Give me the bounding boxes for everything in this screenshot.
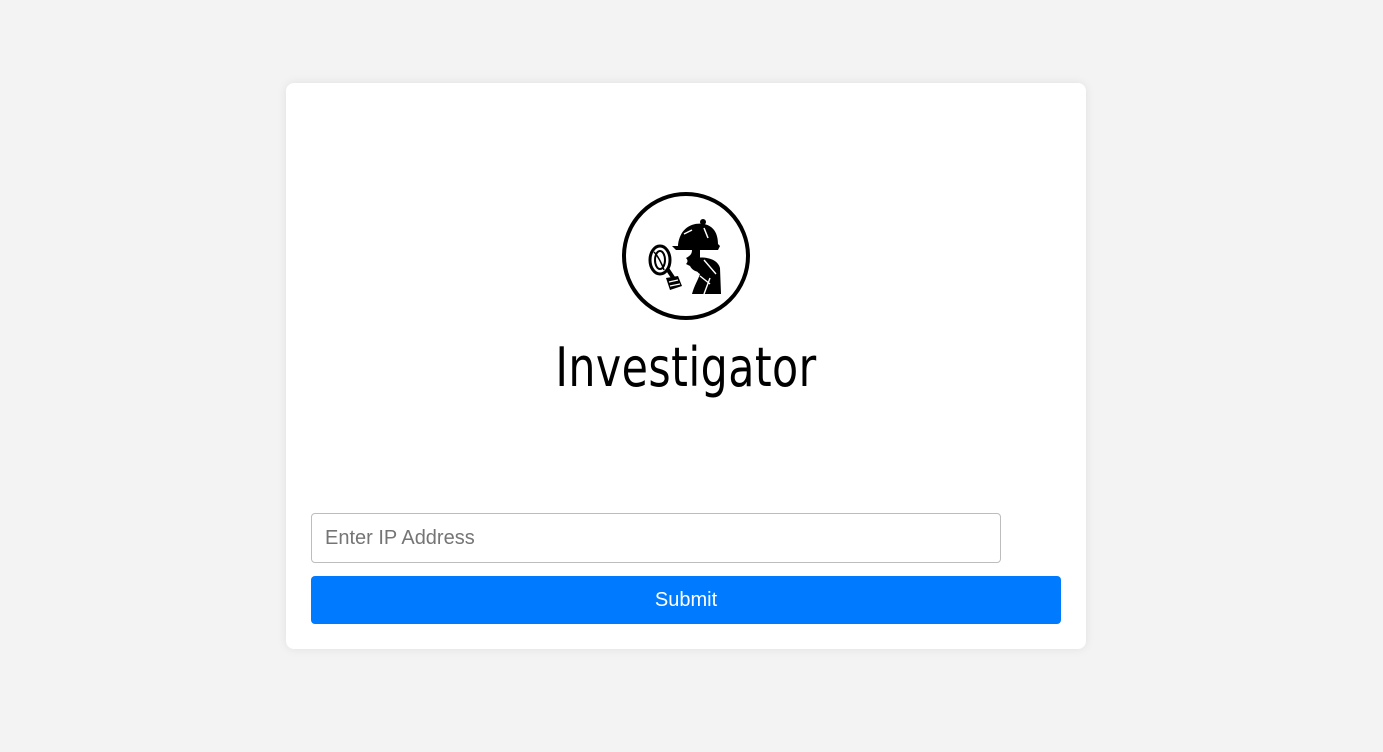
login-card: Investigator Submit — [286, 83, 1086, 649]
ip-address-input[interactable] — [311, 513, 1001, 563]
brand-title: Investigator — [555, 336, 817, 399]
submit-button[interactable]: Submit — [311, 576, 1061, 624]
detective-icon — [620, 190, 752, 322]
